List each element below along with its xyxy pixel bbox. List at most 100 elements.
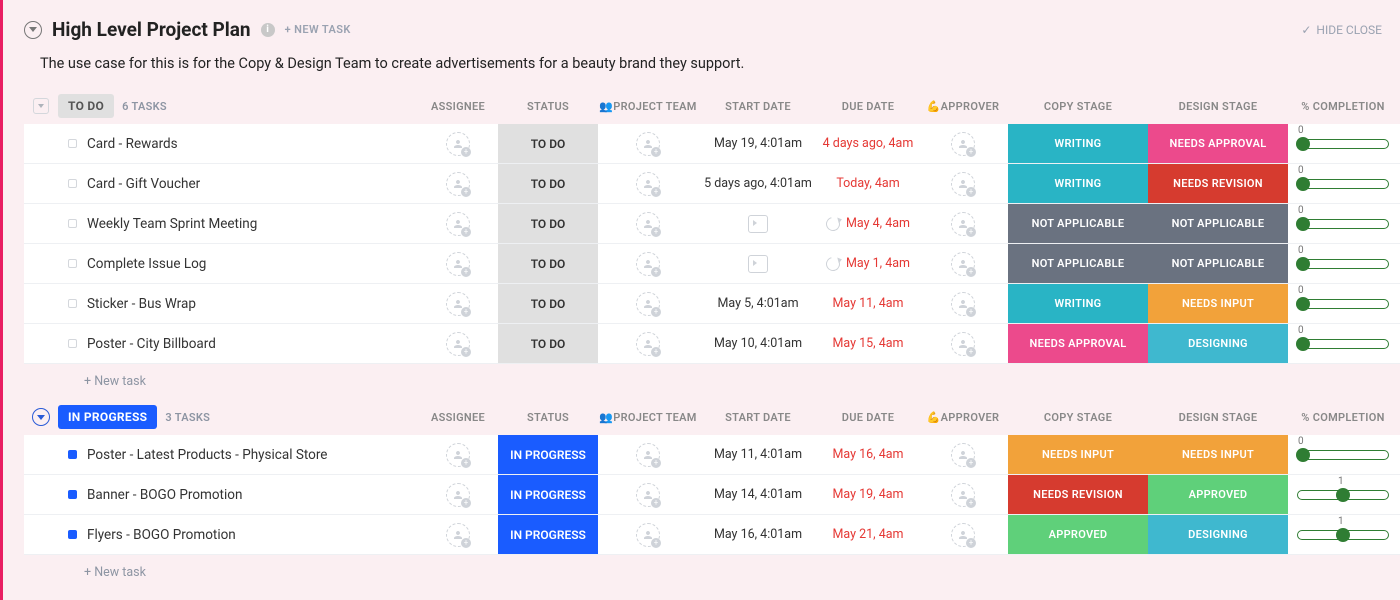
assignee-placeholder-icon[interactable]: + xyxy=(446,172,470,196)
new-task-button[interactable]: + NEW TASK xyxy=(285,23,351,36)
group-status-badge[interactable]: IN PROGRESS xyxy=(58,405,157,429)
due-date-cell[interactable]: May 15, 4am xyxy=(818,324,918,363)
approver-placeholder-icon[interactable]: + xyxy=(951,443,975,467)
approver-placeholder-icon[interactable]: + xyxy=(951,292,975,316)
assignee-placeholder-icon[interactable]: + xyxy=(446,132,470,156)
copy-stage-badge[interactable]: NOT APPLICABLE xyxy=(1008,204,1148,243)
due-date-cell[interactable]: May 19, 4am xyxy=(818,475,918,514)
task-row[interactable]: Card - Gift Voucher+TO DO+5 days ago, 4:… xyxy=(24,164,1400,204)
completion-cell[interactable]: 0 xyxy=(1288,284,1398,323)
project-team-cell[interactable]: + xyxy=(598,515,698,554)
task-name[interactable]: Poster - City Billboard xyxy=(87,336,216,352)
assignee-cell[interactable]: + xyxy=(418,475,498,514)
start-date-cell[interactable]: 5 days ago, 4:01am xyxy=(698,164,818,203)
project-team-cell[interactable]: + xyxy=(598,204,698,243)
completion-cell[interactable]: 1 xyxy=(1288,515,1398,554)
project-team-placeholder-icon[interactable]: + xyxy=(636,332,660,356)
assignee-cell[interactable]: + xyxy=(418,515,498,554)
status-badge[interactable]: IN PROGRESS xyxy=(498,435,598,474)
task-status-square[interactable] xyxy=(68,299,77,308)
task-name[interactable]: Complete Issue Log xyxy=(87,256,206,272)
approver-cell[interactable]: + xyxy=(918,435,1008,474)
assignee-placeholder-icon[interactable]: + xyxy=(446,292,470,316)
completion-cell[interactable]: 1 xyxy=(1288,475,1398,514)
copy-stage-badge[interactable]: WRITING xyxy=(1008,164,1148,203)
col-project-team[interactable]: 👥PROJECT TEAM xyxy=(598,100,698,113)
approver-cell[interactable]: + xyxy=(918,124,1008,163)
status-badge[interactable]: IN PROGRESS xyxy=(498,515,598,554)
col-design-stage[interactable]: DESIGN STAGE xyxy=(1148,411,1288,424)
start-date-cell[interactable] xyxy=(698,204,818,243)
start-date-cell[interactable]: May 10, 4:01am xyxy=(698,324,818,363)
copy-stage-badge[interactable]: WRITING xyxy=(1008,284,1148,323)
status-badge[interactable]: TO DO xyxy=(498,124,598,163)
task-name[interactable]: Banner - BOGO Promotion xyxy=(87,487,242,503)
group-collapse-icon[interactable] xyxy=(32,408,50,426)
design-stage-badge[interactable]: NEEDS INPUT xyxy=(1148,284,1288,323)
status-badge[interactable]: TO DO xyxy=(498,324,598,363)
project-team-placeholder-icon[interactable]: + xyxy=(636,252,660,276)
approver-cell[interactable]: + xyxy=(918,475,1008,514)
copy-stage-badge[interactable]: NEEDS REVISION xyxy=(1008,475,1148,514)
start-date-cell[interactable]: May 19, 4:01am xyxy=(698,124,818,163)
col-project-team[interactable]: 👥PROJECT TEAM xyxy=(598,411,698,424)
task-row[interactable]: Banner - BOGO Promotion+IN PROGRESS+May … xyxy=(24,475,1400,515)
start-date-cell[interactable]: May 5, 4:01am xyxy=(698,284,818,323)
col-due-date[interactable]: DUE DATE xyxy=(818,411,918,424)
new-task-row[interactable]: + New task xyxy=(24,555,1400,590)
col-assignee[interactable]: ASSIGNEE xyxy=(418,411,498,424)
project-team-placeholder-icon[interactable]: + xyxy=(636,172,660,196)
col-copy-stage[interactable]: COPY STAGE xyxy=(1008,411,1148,424)
due-date-cell[interactable]: May 4, 4am xyxy=(818,204,918,243)
status-badge[interactable]: TO DO xyxy=(498,204,598,243)
status-badge[interactable]: TO DO xyxy=(498,164,598,203)
task-name[interactable]: Card - Rewards xyxy=(87,136,178,152)
assignee-placeholder-icon[interactable]: + xyxy=(446,443,470,467)
project-team-cell[interactable]: + xyxy=(598,475,698,514)
task-row[interactable]: Poster - Latest Products - Physical Stor… xyxy=(24,435,1400,475)
project-team-cell[interactable]: + xyxy=(598,164,698,203)
assignee-cell[interactable]: + xyxy=(418,204,498,243)
task-row[interactable]: Sticker - Bus Wrap+TO DO+May 5, 4:01amMa… xyxy=(24,284,1400,324)
copy-stage-badge[interactable]: NEEDS APPROVAL xyxy=(1008,324,1148,363)
task-status-square[interactable] xyxy=(68,339,77,348)
assignee-cell[interactable]: + xyxy=(418,435,498,474)
col-completion[interactable]: % COMPLETION xyxy=(1288,100,1398,113)
approver-cell[interactable]: + xyxy=(918,164,1008,203)
project-team-cell[interactable]: + xyxy=(598,324,698,363)
design-stage-badge[interactable]: NEEDS INPUT xyxy=(1148,435,1288,474)
task-status-square[interactable] xyxy=(68,490,77,499)
due-date-cell[interactable]: May 11, 4am xyxy=(818,284,918,323)
design-stage-badge[interactable]: DESIGNING xyxy=(1148,324,1288,363)
approver-placeholder-icon[interactable]: + xyxy=(951,132,975,156)
col-copy-stage[interactable]: COPY STAGE xyxy=(1008,100,1148,113)
completion-cell[interactable]: 0 xyxy=(1288,124,1398,163)
design-stage-badge[interactable]: NOT APPLICABLE xyxy=(1148,244,1288,283)
due-date-cell[interactable]: 4 days ago, 4am xyxy=(818,124,918,163)
col-due-date[interactable]: DUE DATE xyxy=(818,100,918,113)
assignee-cell[interactable]: + xyxy=(418,124,498,163)
approver-cell[interactable]: + xyxy=(918,244,1008,283)
col-assignee[interactable]: ASSIGNEE xyxy=(418,100,498,113)
project-team-placeholder-icon[interactable]: + xyxy=(636,292,660,316)
start-date-cell[interactable]: May 11, 4:01am xyxy=(698,435,818,474)
info-icon[interactable]: i xyxy=(261,23,275,37)
assignee-placeholder-icon[interactable]: + xyxy=(446,252,470,276)
task-status-square[interactable] xyxy=(68,530,77,539)
design-stage-badge[interactable]: NOT APPLICABLE xyxy=(1148,204,1288,243)
task-row[interactable]: Poster - City Billboard + TO DO + May 10, 4:… xyxy=(24,324,1400,364)
task-row[interactable]: Complete Issue Log+TO DO+May 1, 4am+NOT … xyxy=(24,244,1400,284)
task-status-square[interactable] xyxy=(68,139,77,148)
approver-placeholder-icon[interactable]: + xyxy=(951,332,975,356)
project-team-placeholder-icon[interactable]: + xyxy=(636,443,660,467)
copy-stage-badge[interactable]: NOT APPLICABLE xyxy=(1008,244,1148,283)
completion-cell[interactable]: 0 xyxy=(1288,324,1398,363)
copy-stage-badge[interactable]: NEEDS INPUT xyxy=(1008,435,1148,474)
approver-cell[interactable]: + xyxy=(918,324,1008,363)
task-name[interactable]: Sticker - Bus Wrap xyxy=(87,296,196,312)
task-status-square[interactable] xyxy=(68,259,77,268)
hide-closed-toggle[interactable]: ✓ HIDE CLOSE xyxy=(1301,23,1382,37)
col-start-date[interactable]: START DATE xyxy=(698,100,818,113)
design-stage-badge[interactable]: APPROVED xyxy=(1148,475,1288,514)
design-stage-badge[interactable]: NEEDS APPROVAL xyxy=(1148,124,1288,163)
